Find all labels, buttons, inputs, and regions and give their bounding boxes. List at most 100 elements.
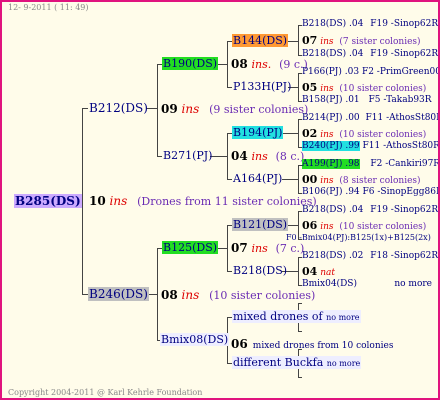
connector: [298, 377, 302, 378]
ref-text: P166(PJ) .03: [302, 67, 360, 77]
p133h-queen-ref: P166(PJ) .03 F2 -PrimGreen00: [302, 67, 440, 77]
connector: [157, 248, 158, 340]
info-text: F18 -Sinop62R: [370, 251, 439, 261]
no-more-label: no more: [326, 313, 360, 322]
drone-b246[interactable]: B246(DS): [88, 287, 149, 301]
b121-generation: 06 ins (10 sister colonies): [302, 219, 426, 232]
gen-note: (10 sister colonies): [339, 222, 427, 232]
gen-ins: ins: [320, 130, 334, 140]
b246-gen-number: 08: [161, 288, 178, 302]
drone-p133h[interactable]: P133H(PJ): [232, 80, 292, 93]
no-more-label: no more: [326, 359, 361, 368]
info-text: F19 -Sinop62R: [370, 19, 439, 29]
gen-number: 04: [302, 265, 318, 278]
connector: [298, 73, 299, 101]
connector: [298, 331, 302, 332]
a164-queen-ref: A199(PJ) .98 F2 -Cankiri97R: [302, 159, 440, 169]
ref-text: B106(PJ) .94: [302, 187, 360, 197]
pedigree-frame: 12- 9-2011 ( 11: 49) Copyright 2004-2011…: [0, 0, 440, 400]
connector: [298, 257, 299, 285]
info-text: F2 -PrimGreen00: [361, 67, 440, 77]
b125-generation: 07 ins (7 c.): [231, 241, 304, 255]
gen-ins: ins: [320, 37, 334, 47]
b218-queen-ref: B218(DS) .02 F18 -Sinop62R: [302, 251, 438, 261]
b190-gen-number: 08: [231, 57, 248, 71]
copyright: Copyright 2004-2011 @ Karl Kehrle Founda…: [8, 388, 203, 397]
ref-text: A199(PJ) .98: [302, 159, 360, 169]
gen-ins: nat: [320, 268, 335, 278]
drone-bmix08[interactable]: Bmix08(DS): [160, 333, 230, 346]
b190-gen-ins: ins.: [251, 58, 272, 71]
connector: [282, 179, 298, 180]
root-gen-ins: ins: [109, 194, 128, 208]
b271-gen-number: 04: [231, 149, 248, 163]
gen-number: 07: [302, 34, 318, 47]
info-text: F11 -AthosSt80R: [362, 141, 440, 151]
connector: [148, 294, 157, 295]
connector: [157, 64, 158, 156]
b194-generation: 02 ins (10 sister colonies): [302, 127, 426, 140]
info-text: F6 -SinopEgg86R: [362, 187, 440, 197]
info-text: F19 -Sinop62R: [370, 205, 439, 215]
ref-text: B240(PJ) .99: [302, 141, 360, 151]
gen-ins: ins: [320, 176, 334, 186]
root-queen[interactable]: B285(DS): [14, 194, 82, 208]
connector: [82, 108, 83, 294]
drone-b218[interactable]: B218(DS): [232, 264, 288, 277]
ref-text: F0 -Bmix04(PJ):B125(1x)+B125(2x): [286, 233, 431, 242]
info-text: F5 -Takab93R: [368, 95, 432, 105]
gen-note: (10 sister colonies): [339, 84, 427, 94]
drone-b271[interactable]: B271(PJ): [162, 149, 213, 162]
ref-text: B218(DS) .04: [302, 49, 364, 59]
gen-ins: ins: [320, 222, 334, 232]
queen-b194[interactable]: B194(PJ): [232, 126, 284, 139]
root-gen-note: (Drones from 11 sister colonies): [137, 195, 317, 208]
gen-number: 06: [302, 219, 318, 232]
queen-b144[interactable]: B144(DS): [232, 34, 289, 47]
b144-drone-ref: B218(DS) .04 F19 -Sinop62R: [302, 49, 438, 59]
ref-text: B158(PJ) .01: [302, 95, 360, 105]
queen-b212[interactable]: B212(DS): [88, 101, 149, 115]
b144-queen-ref: B218(DS) .04 F19 -Sinop62R: [302, 19, 438, 29]
gen-note: (8 sister colonies): [339, 176, 421, 186]
gen-note: (10 sister colonies): [339, 130, 427, 140]
gen-number: 05: [302, 81, 318, 94]
different-buckfast-label: different Buckfa: [233, 356, 324, 369]
gen-number: 02: [302, 127, 318, 140]
b246-gen-note: (10 sister colonies): [209, 289, 316, 302]
b212-generation: 09 ins (9 sister colonies): [161, 102, 308, 116]
p133h-generation: 05 ins (10 sister colonies): [302, 81, 426, 94]
b246-gen-ins: ins: [181, 288, 200, 302]
gen-number: 00: [302, 173, 318, 186]
b190-generation: 08 ins. (9 c.): [231, 57, 308, 71]
connector: [227, 133, 228, 179]
ref-text: B214(PJ) .00: [302, 113, 360, 123]
connector: [298, 303, 302, 304]
info-text: F11 -AthosSt80R: [365, 113, 440, 123]
info-text: F2 -Cankiri97R: [370, 159, 440, 169]
b194-queen-ref: B214(PJ) .00 F11 -AthosSt80R: [302, 113, 440, 123]
b125-gen-ins: ins: [251, 242, 268, 255]
ref-text: Bmix04(DS): [302, 279, 357, 289]
drone-a164[interactable]: A164(PJ): [232, 172, 283, 185]
connector: [227, 225, 228, 271]
queen-b125[interactable]: B125(DS): [162, 241, 219, 254]
ref-text: B218(DS) .04: [302, 19, 364, 29]
a164-drone-ref: B106(PJ) .94 F6 -SinopEgg86R: [302, 187, 440, 197]
bmix08-gen-number: 06: [231, 337, 248, 351]
queen-b190[interactable]: B190(DS): [162, 57, 219, 70]
mixed-drones-node[interactable]: mixed drones of no more: [232, 310, 361, 323]
info-text: F19 -Sinop62R: [370, 49, 439, 59]
connector: [298, 119, 299, 147]
connector: [227, 41, 228, 87]
b212-gen-note: (9 sister colonies): [209, 103, 309, 116]
queen-b121[interactable]: B121(DS): [232, 218, 289, 231]
connector: [298, 165, 299, 193]
root-gen-number: 10: [89, 194, 106, 208]
b121-drone-ref: F0 -Bmix04(PJ):B125(1x)+B125(2x): [286, 233, 431, 242]
b212-gen-number: 09: [161, 102, 178, 116]
info-text: no more: [394, 279, 432, 289]
different-buckfast-node[interactable]: different Buckfa no more: [232, 356, 362, 369]
mixed-drones-label: mixed drones of: [233, 310, 323, 323]
connector: [298, 25, 299, 55]
